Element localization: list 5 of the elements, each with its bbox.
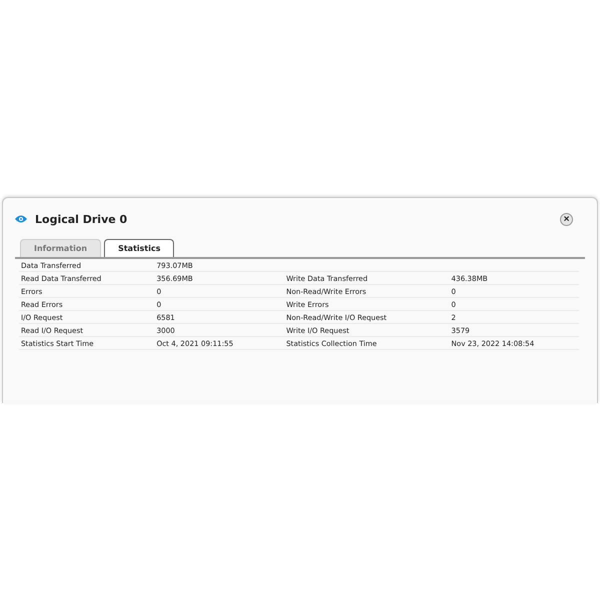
eye-icon	[15, 215, 27, 223]
close-button[interactable]: ×	[560, 212, 573, 226]
dialog-title: Logical Drive 0	[35, 212, 128, 226]
tab[interactable]: Information	[20, 239, 102, 257]
tab[interactable]: Statistics	[104, 239, 174, 257]
